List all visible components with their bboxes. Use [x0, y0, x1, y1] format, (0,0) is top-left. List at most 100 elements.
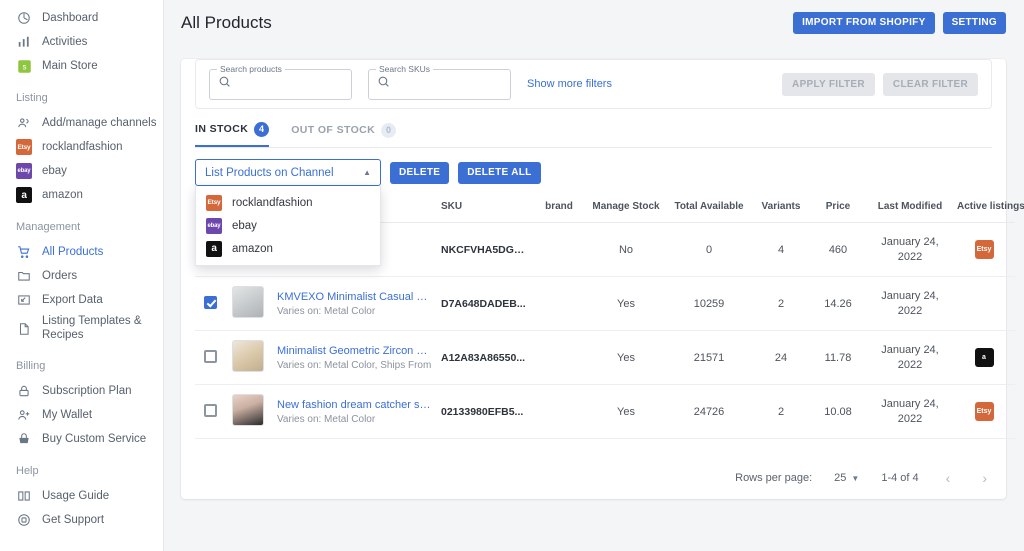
sidebar-item-dashboard[interactable]: Dashboard	[0, 6, 163, 30]
sidebar-item-ebay[interactable]: ebay ebay	[0, 159, 163, 183]
row-sku-cell: NKCFVHA5DGH...	[437, 223, 531, 277]
dropdown-item-label: ebay	[232, 220, 257, 232]
dropdown-item-rocklandfashion[interactable]: Etsy rocklandfashion	[196, 191, 380, 214]
col-sku: SKU	[437, 190, 531, 223]
row-brand-cell	[531, 331, 587, 385]
row-variants-cell: 4	[753, 223, 809, 277]
table-row[interactable]: Minimalist Geometric Zircon Oval Ea... V…	[195, 331, 1015, 385]
sidebar-item-add-manage-channels[interactable]: Add/manage channels	[0, 111, 163, 135]
app-root: Dashboard Activities s Main Store Listin…	[0, 0, 1024, 551]
row-image-cell	[225, 385, 271, 439]
row-price-cell: 14.26	[809, 277, 867, 331]
table-row[interactable]: KMVEXO Minimalist Casual Neck Ch... Vari…	[195, 277, 1015, 331]
product-thumbnail	[232, 394, 264, 426]
amazon-icon[interactable]: a	[975, 348, 994, 367]
sidebar-section-billing: Billing	[0, 360, 163, 372]
row-total-available-cell: 24726	[665, 385, 753, 439]
activities-icon	[16, 34, 32, 50]
setting-button[interactable]: SETTING	[943, 12, 1006, 34]
col-last-modified: Last Modified	[867, 190, 953, 223]
user-plus-icon	[16, 407, 32, 423]
row-total-available-cell: 21571	[665, 331, 753, 385]
list-products-on-channel-select[interactable]: List Products on Channel ▲	[195, 159, 381, 186]
cart-icon	[16, 244, 32, 260]
pagination-range: 1-4 of 4	[881, 472, 918, 484]
tab-in-stock[interactable]: IN STOCK 4	[195, 120, 269, 147]
sidebar-item-activities[interactable]: Activities	[0, 30, 163, 54]
svg-text:s: s	[22, 62, 26, 71]
search-skus-input[interactable]: Search SKUs	[368, 69, 511, 100]
sidebar-item-usage-guide[interactable]: Usage Guide	[0, 484, 163, 508]
row-sku-cell: D7A648DADEB...	[437, 277, 531, 331]
folder-icon	[16, 268, 32, 284]
sidebar-item-listing-templates-recipes[interactable]: Listing Templates & Recipes	[0, 312, 163, 346]
ebay-icon: ebay	[16, 163, 32, 179]
table-footer: Rows per page: 25 ▼ 1-4 of 4 ‹ ›	[735, 457, 992, 499]
import-from-shopify-button[interactable]: IMPORT FROM SHOPIFY	[793, 12, 934, 34]
delete-all-button[interactable]: DELETE ALL	[458, 162, 540, 184]
row-variants-cell: 2	[753, 277, 809, 331]
row-checkbox[interactable]	[204, 350, 217, 363]
sidebar-item-my-wallet[interactable]: My Wallet	[0, 403, 163, 427]
clear-filter-button[interactable]: CLEAR FILTER	[883, 73, 978, 96]
row-brand-cell	[531, 223, 587, 277]
sidebar-item-label: My Wallet	[42, 408, 92, 422]
row-image-cell	[225, 277, 271, 331]
row-manage-stock-cell: Yes	[587, 385, 665, 439]
sidebar-item-get-support[interactable]: Get Support	[0, 508, 163, 532]
delete-button[interactable]: DELETE	[390, 162, 449, 184]
tab-label: IN STOCK	[195, 123, 248, 135]
previous-page-button[interactable]: ‹	[941, 470, 956, 486]
dashboard-icon	[16, 10, 32, 26]
sidebar-item-label: All Products	[42, 245, 103, 259]
apply-filter-button[interactable]: APPLY FILTER	[782, 73, 875, 96]
row-product-cell: KMVEXO Minimalist Casual Neck Ch... Vari…	[271, 277, 437, 331]
row-sku-cell: 02133980EFB5...	[437, 385, 531, 439]
show-more-filters-link[interactable]: Show more filters	[527, 78, 612, 90]
product-thumbnail	[232, 286, 264, 318]
next-page-button[interactable]: ›	[977, 470, 992, 486]
etsy-icon[interactable]: Etsy	[975, 240, 994, 259]
col-price: Price	[809, 190, 867, 223]
row-image-cell	[225, 331, 271, 385]
row-checkbox[interactable]	[204, 404, 217, 417]
dropdown-item-ebay[interactable]: ebay ebay	[196, 214, 380, 237]
export-icon	[16, 292, 32, 308]
table-row[interactable]: New fashion dream catcher series J... Va…	[195, 385, 1015, 439]
row-select-cell[interactable]	[195, 331, 225, 385]
col-brand: brand	[531, 190, 587, 223]
search-products-input[interactable]: Search products	[209, 69, 352, 100]
rows-per-page-value: 25	[834, 472, 846, 484]
sidebar-item-label: Buy Custom Service	[42, 432, 146, 446]
row-select-cell[interactable]	[195, 385, 225, 439]
sidebar-item-amazon[interactable]: a amazon	[0, 183, 163, 207]
sidebar-item-rocklandfashion[interactable]: Etsy rocklandfashion	[0, 135, 163, 159]
tab-out-of-stock[interactable]: OUT OF STOCK 0	[291, 120, 396, 147]
sidebar-item-label: Get Support	[42, 513, 104, 527]
dropdown-item-label: rocklandfashion	[232, 197, 313, 209]
row-total-available-cell: 0	[665, 223, 753, 277]
sidebar-item-subscription-plan[interactable]: Subscription Plan	[0, 379, 163, 403]
etsy-icon: Etsy	[206, 195, 222, 211]
row-checkbox[interactable]	[204, 296, 217, 309]
sidebar-item-all-products[interactable]: All Products	[0, 240, 163, 264]
sidebar-item-buy-custom-service[interactable]: Buy Custom Service	[0, 427, 163, 451]
row-select-cell[interactable]	[195, 277, 225, 331]
dropdown-item-amazon[interactable]: a amazon	[196, 237, 380, 260]
tab-badge-count: 4	[254, 122, 269, 137]
ebay-icon: ebay	[206, 218, 222, 234]
product-title-link[interactable]: KMVEXO Minimalist Casual Neck Ch...	[277, 290, 433, 305]
sidebar-item-main-store[interactable]: s Main Store	[0, 54, 163, 78]
rows-per-page-select[interactable]: 25 ▼	[834, 472, 859, 484]
product-title-link[interactable]: New fashion dream catcher series J...	[277, 398, 433, 413]
sidebar-item-label: Main Store	[42, 59, 98, 73]
etsy-icon[interactable]: Etsy	[975, 402, 994, 421]
sidebar-item-label: Listing Templates & Recipes	[42, 315, 153, 343]
sidebar-item-orders[interactable]: Orders	[0, 264, 163, 288]
sidebar-item-label: Export Data	[42, 293, 103, 307]
chevron-down-icon: ▼	[851, 474, 859, 483]
product-title-link[interactable]: Minimalist Geometric Zircon Oval Ea...	[277, 344, 433, 359]
sidebar-item-export-data[interactable]: Export Data	[0, 288, 163, 312]
search-skus-label: Search SKUs	[376, 64, 433, 74]
filter-buttons: APPLY FILTER CLEAR FILTER	[782, 73, 978, 96]
